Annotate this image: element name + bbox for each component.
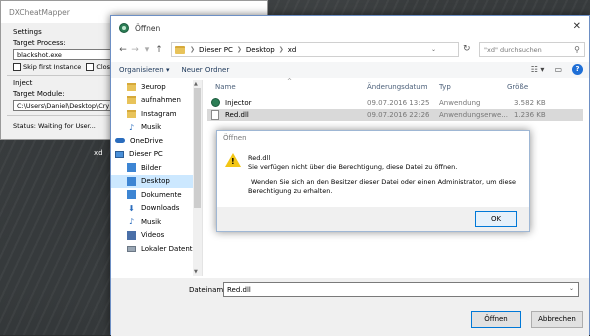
- tree-item-instagram[interactable]: Instagram: [111, 107, 202, 121]
- file-size: 3.582 KB: [514, 99, 546, 107]
- error-message: Red.dll Sie verfügen nicht über die Bere…: [248, 154, 528, 196]
- error-line: Wenden Sie sich an den Besitzer dieser D…: [251, 178, 516, 186]
- target-module-field[interactable]: C:\Users\Daniel\Desktop\Cry Bal: [13, 100, 125, 111]
- documents-icon: [127, 190, 136, 200]
- tree-item-dokumente[interactable]: Dokumente: [111, 188, 202, 202]
- breadcrumb-desktop[interactable]: Desktop: [246, 46, 275, 54]
- search-input[interactable]: "xd" durchsuchen ⚲: [479, 42, 585, 57]
- help-icon[interactable]: ?: [572, 64, 583, 75]
- music-icon: ♪: [128, 217, 135, 227]
- file-date: 09.07.2016 22:26: [367, 111, 430, 119]
- scroll-up-icon[interactable]: ▲: [194, 81, 198, 87]
- dialog-title: Öffnen: [135, 23, 161, 33]
- chevron-down-icon[interactable]: ⌄: [569, 285, 574, 292]
- preview-pane-icon[interactable]: ▭: [554, 65, 562, 74]
- folder-icon: [127, 109, 136, 118]
- view-options-icon[interactable]: ☷ ▾: [531, 65, 545, 74]
- desktop-icon: [127, 176, 136, 186]
- file-row-red-dll[interactable]: Red.dll 09.07.2016 22:26 Anwendungserwe.…: [207, 109, 583, 121]
- file-size: 1.236 KB: [514, 111, 546, 119]
- address-bar[interactable]: ❯ Dieser PC ❯ Desktop ❯ xd ⌄: [171, 42, 459, 57]
- tree-item-musik-2[interactable]: ♪ Musik: [111, 215, 202, 229]
- column-type[interactable]: Typ: [439, 83, 451, 91]
- tree-item-musik[interactable]: ♪ Musik: [111, 121, 202, 135]
- pc-icon: [115, 150, 124, 158]
- videos-icon: [127, 230, 136, 240]
- drive-icon: [127, 245, 136, 252]
- recent-dropdown-icon[interactable]: ▾: [141, 45, 153, 55]
- error-file-name: Red.dll: [248, 154, 271, 162]
- new-folder-button[interactable]: Neuer Ordner: [181, 66, 229, 74]
- file-name: Injector: [225, 99, 252, 107]
- tree-item-this-pc[interactable]: Dieser PC: [111, 148, 202, 162]
- forward-icon[interactable]: →: [129, 45, 141, 55]
- breadcrumb-this-pc[interactable]: Dieser PC: [199, 46, 233, 54]
- file-name: Red.dll: [225, 111, 249, 119]
- folder-icon: [127, 82, 136, 91]
- open-button[interactable]: Öffnen: [471, 311, 521, 328]
- file-row-injector[interactable]: Injector 09.07.2016 13:25 Anwendung 3.58…: [207, 97, 583, 109]
- music-icon: ♪: [128, 122, 135, 132]
- error-line: Sie verfügen nicht über die Berechtigung…: [248, 163, 458, 171]
- column-headers: ^ Name Änderungsdatum Typ Größe: [207, 78, 583, 94]
- column-date[interactable]: Änderungsdatum: [367, 83, 428, 91]
- application-icon: [211, 98, 220, 107]
- app-icon: [119, 23, 129, 33]
- pictures-icon: [127, 163, 136, 173]
- cloud-icon: [115, 138, 125, 144]
- file-type: Anwendungserwe...: [439, 111, 508, 119]
- tree-item-aufnahmen[interactable]: aufnahmen: [111, 94, 202, 108]
- error-dialog-title: Öffnen: [223, 134, 247, 142]
- tree-item-videos[interactable]: Videos: [111, 229, 202, 243]
- target-process-field[interactable]: blackshot.exe: [13, 49, 125, 60]
- file-type: Anwendung: [439, 99, 481, 107]
- close-icon[interactable]: ✕: [573, 21, 581, 32]
- permission-error-dialog: Öffnen ! Red.dll Sie verfügen nicht über…: [216, 130, 530, 232]
- filename-input[interactable]: Red.dll ⌄: [223, 282, 579, 297]
- tree-item-desktop[interactable]: Desktop: [111, 174, 202, 188]
- file-date: 09.07.2016 13:25: [367, 99, 430, 107]
- tree-item-3europ[interactable]: 3europ: [111, 80, 202, 94]
- error-line: Berechtigung zu erhalten.: [248, 187, 333, 195]
- dll-file-icon: [211, 110, 219, 120]
- column-size[interactable]: Größe: [507, 83, 528, 91]
- folder-icon: [175, 45, 185, 54]
- folder-icon: [127, 96, 136, 105]
- refresh-icon[interactable]: ↻: [463, 44, 471, 54]
- desktop-folder-label[interactable]: xd: [94, 149, 103, 157]
- up-icon[interactable]: ↑: [153, 45, 165, 55]
- tree-item-onedrive[interactable]: OneDrive: [111, 134, 202, 148]
- tree-scrollbar[interactable]: ▲ ▼: [193, 80, 202, 276]
- sort-indicator-icon: ^: [287, 78, 293, 85]
- tree-item-local-drive[interactable]: Lokaler Datenträ: [111, 242, 202, 256]
- chevron-down-icon[interactable]: ⌄: [431, 46, 436, 53]
- navigation-tree: 3europ aufnahmen Instagram ♪ Musik OneDri…: [111, 80, 203, 276]
- cancel-button[interactable]: Abbrechen: [531, 311, 583, 328]
- downloads-icon: ⬇: [128, 203, 135, 213]
- scrollbar-thumb[interactable]: [194, 88, 201, 208]
- search-icon: ⚲: [574, 45, 580, 54]
- scroll-down-icon[interactable]: ▼: [194, 269, 198, 275]
- ok-button[interactable]: OK: [475, 211, 517, 227]
- organize-menu[interactable]: Organisieren ▾: [119, 66, 169, 74]
- tree-item-bilder[interactable]: Bilder: [111, 161, 202, 175]
- back-icon[interactable]: ←: [117, 45, 129, 55]
- skip-first-instance-checkbox[interactable]: Skip first Instance: [13, 63, 81, 71]
- tree-item-downloads[interactable]: ⬇ Downloads: [111, 202, 202, 216]
- column-name[interactable]: Name: [215, 83, 236, 91]
- breadcrumb-xd[interactable]: xd: [288, 46, 297, 54]
